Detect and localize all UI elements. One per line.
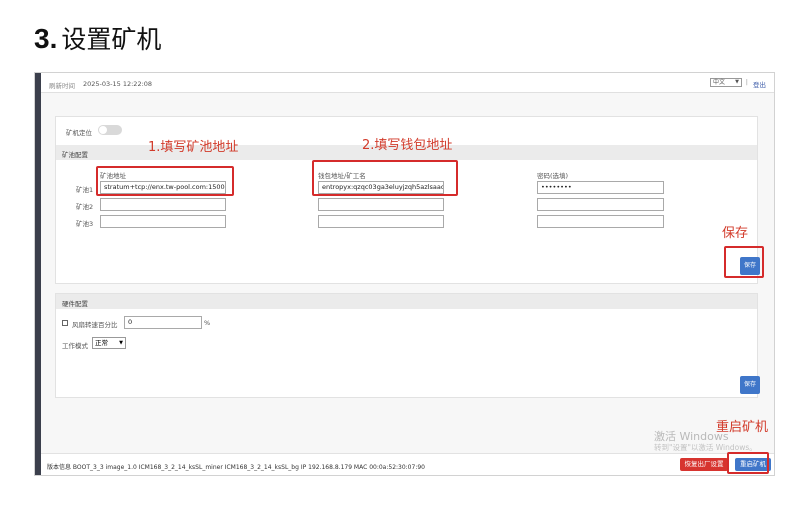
- hardware-save-button[interactable]: 保存: [740, 376, 760, 394]
- pool1-password-input[interactable]: ••••••••: [537, 181, 664, 194]
- hardware-config-header: 硬件配置: [56, 294, 757, 309]
- hardware-config-panel: 硬件配置 风扇转速百分比 0 % 工作模式 正常 ▼ 保存: [55, 293, 760, 398]
- footer-bar: 版本信息 BOOT_3_3 image_1.0 ICM168_3_2_14_ks…: [41, 453, 774, 475]
- work-mode-value: 正常: [95, 339, 108, 347]
- language-select[interactable]: 中文 ▼: [710, 78, 742, 87]
- chevron-down-icon: ▼: [735, 79, 739, 85]
- password-header: 密码(选填): [537, 172, 569, 180]
- fan-speed-input[interactable]: 0: [124, 316, 202, 329]
- pool3-url-input[interactable]: [100, 215, 226, 228]
- left-nav-strip: [35, 73, 41, 475]
- pool2-label: 矿池2: [76, 203, 94, 211]
- pool2-password-input[interactable]: [537, 198, 664, 211]
- screenshot-frame: 刷新时间 2025-03-15 12:22:08 中文 ▼ | 登出 矿机定位 …: [34, 72, 775, 476]
- step-title: 设置矿机: [61, 25, 162, 54]
- step-number: 3.: [34, 23, 58, 54]
- work-mode-label: 工作模式: [62, 342, 88, 350]
- wallet-highlight: [312, 160, 458, 196]
- fan-speed-unit: %: [204, 319, 211, 327]
- reboot-highlight: [727, 452, 769, 474]
- annotation-fill-pool: 1.填写矿池地址: [148, 140, 239, 155]
- doc-title: 3. 设置矿机: [34, 20, 161, 56]
- pool3-password-input[interactable]: [537, 215, 664, 228]
- pool1-label: 矿池1: [76, 186, 94, 194]
- chevron-down-icon: ▼: [119, 340, 123, 346]
- annotation-save: 保存: [722, 226, 749, 241]
- save-highlight: [724, 246, 764, 278]
- topbar-separator: |: [745, 78, 748, 86]
- pool3-label: 矿池3: [76, 220, 94, 228]
- work-mode-select[interactable]: 正常 ▼: [92, 337, 126, 349]
- pool2-url-input[interactable]: [100, 198, 226, 211]
- annotation-reboot: 重启矿机: [716, 420, 769, 435]
- fan-speed-checkbox[interactable]: [62, 320, 68, 326]
- fan-speed-label: 风扇转速百分比: [72, 321, 118, 329]
- hardware-config-title: 硬件配置: [62, 300, 88, 308]
- pool-address-highlight: [96, 166, 234, 196]
- language-value: 中文: [713, 79, 726, 86]
- annotation-fill-wallet: 2.填写钱包地址: [362, 138, 453, 153]
- top-bar: 刷新时间 2025-03-15 12:22:08 中文 ▼ | 登出: [41, 73, 774, 93]
- pool2-worker-input[interactable]: [318, 198, 444, 211]
- logout-link[interactable]: 登出: [753, 79, 766, 89]
- factory-reset-button[interactable]: 恢复出厂设置: [680, 458, 728, 471]
- pool3-worker-input[interactable]: [318, 215, 444, 228]
- miner-locate-label: 矿机定位: [66, 129, 92, 137]
- pool-config-title: 矿池配置: [62, 151, 88, 159]
- refresh-time-value: 2025-03-15 12:22:08: [83, 80, 153, 88]
- version-info: 版本信息 BOOT_3_3 image_1.0 ICM168_3_2_14_ks…: [47, 464, 425, 471]
- miner-locate-toggle[interactable]: [98, 125, 122, 135]
- refresh-time-label: 刷新时间: [49, 82, 75, 90]
